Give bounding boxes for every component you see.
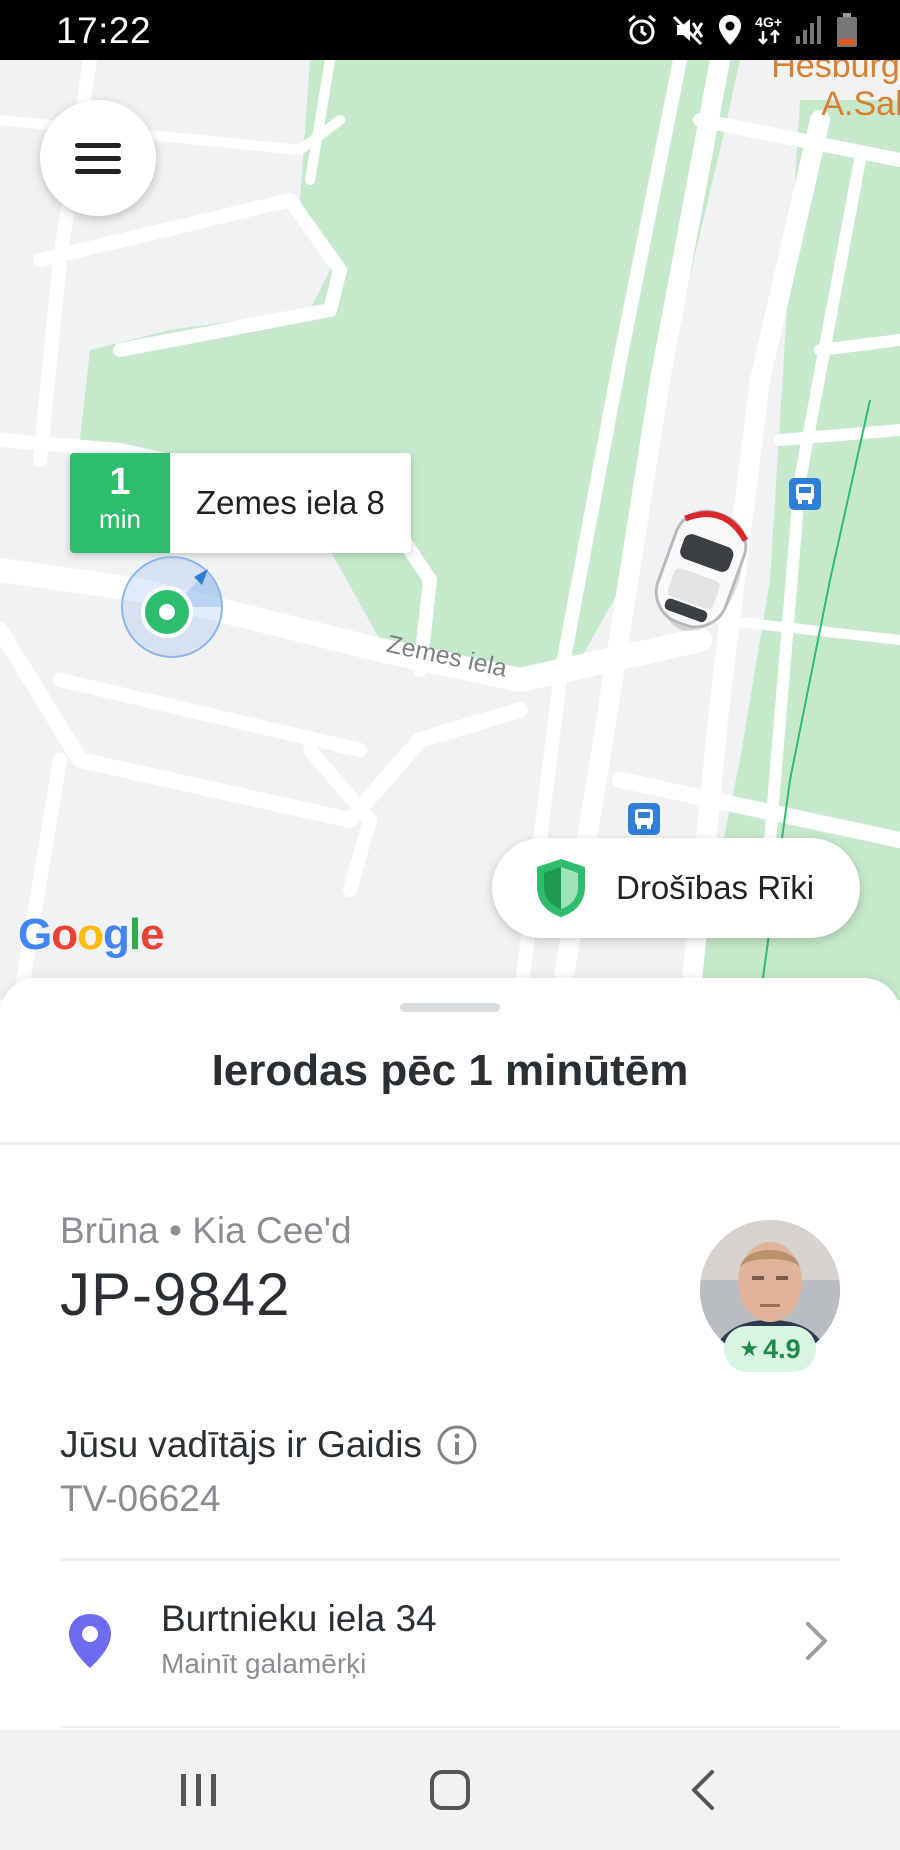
home-button[interactable] [415, 1758, 485, 1822]
user-location-icon [121, 556, 223, 658]
pickup-tooltip[interactable]: 1 min Zemes iela 8 [70, 453, 411, 553]
bus-stop-icon[interactable] [628, 803, 660, 835]
poi-label-second: A.Sah [821, 85, 900, 123]
back-icon [692, 1770, 714, 1810]
status-time: 17:22 [56, 10, 152, 51]
system-nav-bar [0, 1730, 900, 1850]
ride-status-sheet[interactable]: Ierodas pēc 1 minūtēm Brūna • Kia Cee'd … [0, 978, 900, 1730]
location-icon [719, 15, 742, 45]
safety-tools-button[interactable]: Drošības Rīki [492, 838, 860, 938]
driver-avatar[interactable]: ★ 4.9 [700, 1220, 840, 1372]
hamburger-menu-icon [75, 135, 121, 182]
menu-button[interactable] [40, 100, 156, 216]
poi-label-hesburger: Hesburger [771, 60, 900, 85]
driver-license-number: TV-06624 [60, 1478, 221, 1519]
star-icon: ★ [739, 1336, 760, 1361]
alarm-icon [628, 14, 657, 45]
network-label: 4G+ [755, 14, 782, 30]
status-icons: 4G+ [625, 12, 858, 48]
divider [0, 1142, 900, 1145]
status-bar: 17:22 4G+ [0, 0, 900, 60]
eta-unit: min [99, 504, 141, 534]
divider [60, 1726, 840, 1728]
signal-icon [796, 16, 821, 44]
license-plate: JP-9842 [60, 1261, 291, 1328]
sheet-grabber[interactable] [400, 1003, 500, 1012]
info-icon[interactable] [436, 1424, 478, 1466]
change-destination-label[interactable]: Mainīt galamērķi [161, 1648, 366, 1680]
shield-icon [537, 859, 585, 917]
eta-box: 1 min [70, 453, 170, 553]
recents-icon [181, 1774, 216, 1806]
arrival-title: Ierodas pēc 1 minūtēm [211, 1046, 689, 1095]
car-description: Brūna • Kia Cee'd [60, 1210, 352, 1251]
destination-row[interactable]: Burtnieku iela 34 Mainīt galamērķi [60, 1584, 840, 1694]
divider [60, 1558, 840, 1561]
google-logo: Google [18, 910, 165, 959]
map-view[interactable]: Hesburger A.Sah Zemes iela 1 min Zemes i… [0, 60, 900, 1000]
chevron-right-icon [806, 1622, 827, 1660]
bus-stop-icon[interactable] [789, 478, 821, 510]
back-button[interactable] [668, 1758, 738, 1822]
driver-name-text: Jūsu vadītājs ir Gaidis [60, 1424, 422, 1465]
eta-number: 1 [109, 461, 131, 503]
home-icon [430, 1770, 470, 1810]
destination-pin-icon [69, 1614, 111, 1668]
driver-rating-badge: ★ 4.9 [724, 1326, 816, 1372]
safety-tools-label: Drošības Rīki [616, 869, 815, 906]
mute-icon [673, 15, 704, 46]
pickup-address: Zemes iela 8 [170, 453, 411, 553]
destination-address: Burtnieku iela 34 [161, 1598, 437, 1639]
battery-icon [837, 13, 857, 47]
driver-rating: 4.9 [763, 1333, 801, 1364]
network-4g-icon: 4G+ [755, 15, 782, 45]
driver-info[interactable]: Jūsu vadītājs ir Gaidis [60, 1424, 478, 1466]
recents-button[interactable] [164, 1758, 234, 1822]
